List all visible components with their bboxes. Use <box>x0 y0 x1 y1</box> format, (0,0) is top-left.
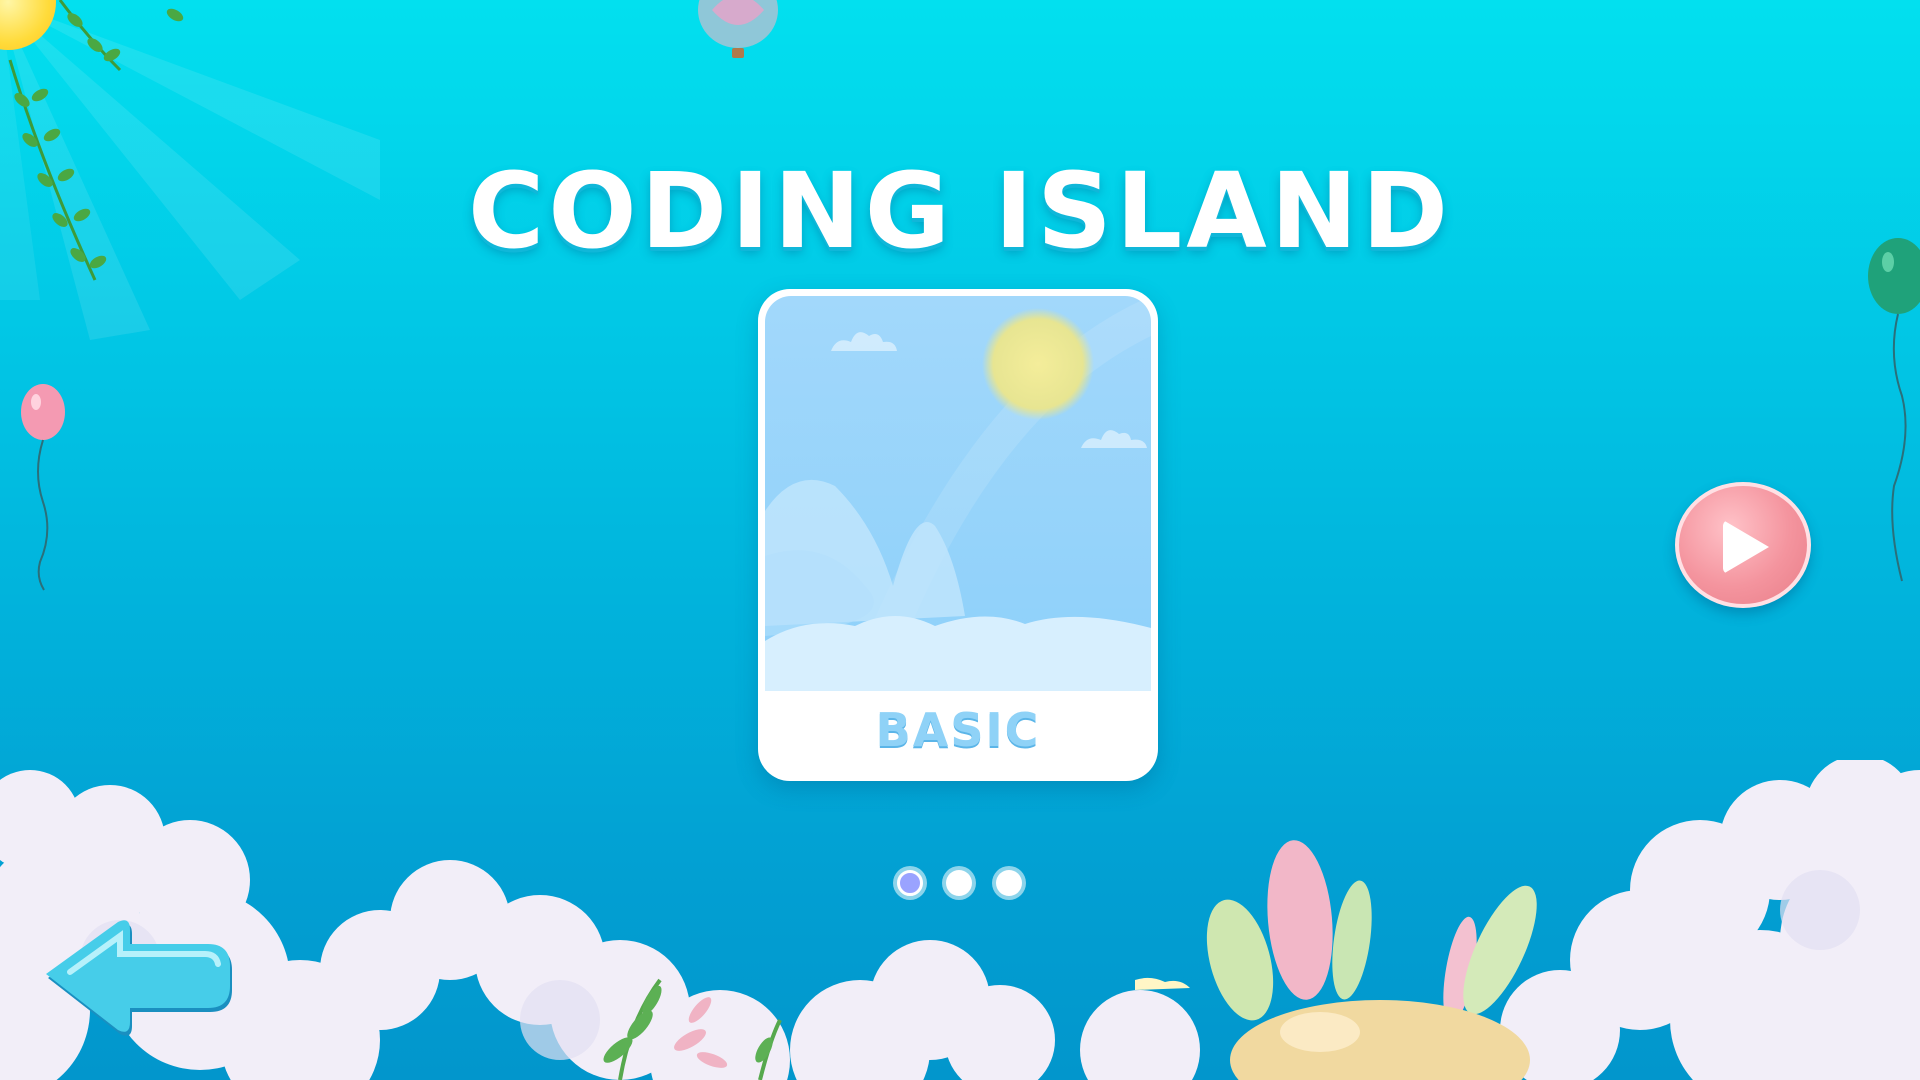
level-card-illustration <box>765 296 1151 691</box>
pink-balloon <box>21 384 65 591</box>
game-scene: CODING ISLAND BASIC <box>0 0 1920 1080</box>
play-button[interactable] <box>1675 482 1811 608</box>
game-title: CODING ISLAND <box>467 149 1453 272</box>
level-card[interactable]: BASIC <box>758 289 1158 781</box>
back-button[interactable] <box>40 918 240 1043</box>
hot-air-balloon <box>698 0 778 58</box>
cloud-ground <box>0 760 1920 1080</box>
arrow-left-icon <box>46 920 232 1036</box>
play-icon <box>1723 520 1769 574</box>
green-balloon <box>1868 238 1920 582</box>
